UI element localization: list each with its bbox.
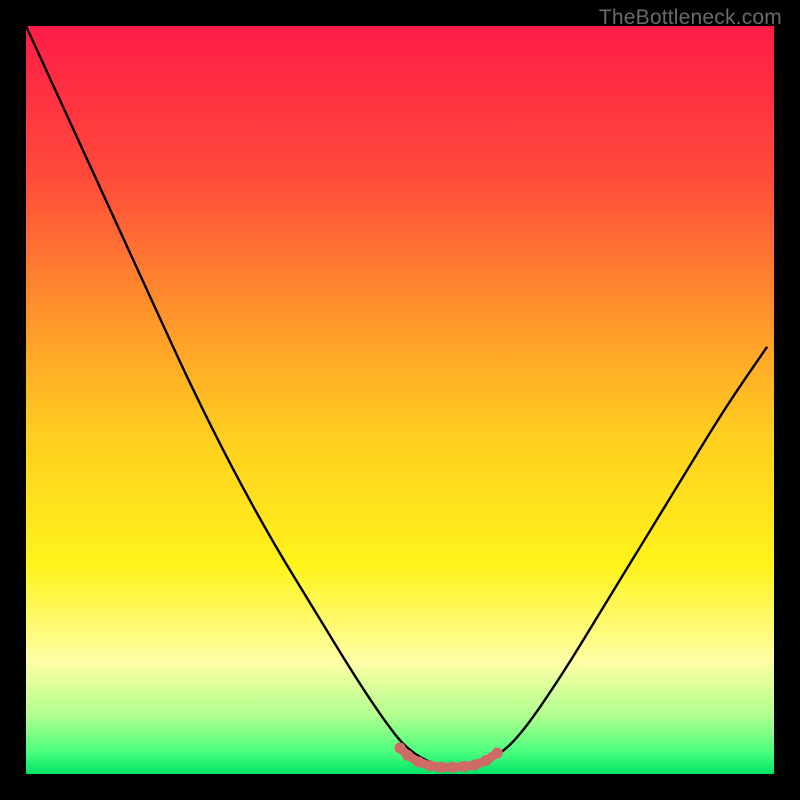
watermark-text: TheBottleneck.com [599,6,782,30]
chart-frame: TheBottleneck.com [0,0,800,800]
curve-layer [26,26,774,774]
plot-area [26,26,774,774]
bottleneck-curve [26,26,767,767]
optimal-range-dots [395,742,503,772]
